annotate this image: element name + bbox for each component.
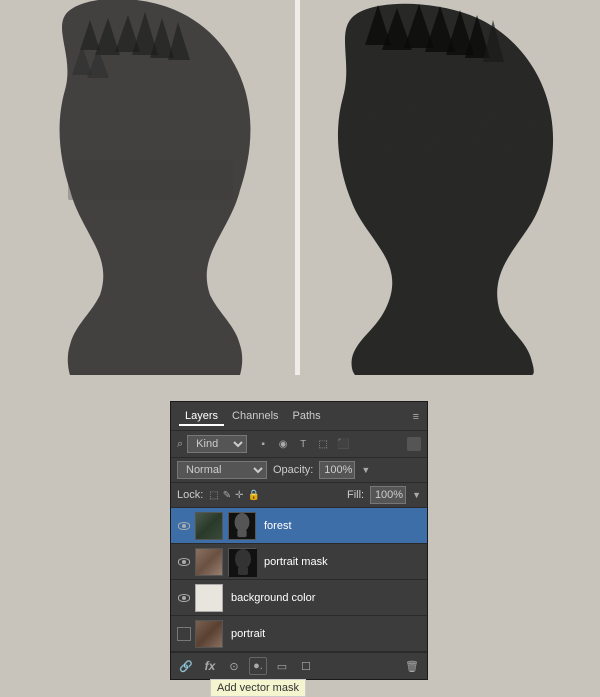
tab-paths[interactable]: Paths <box>287 408 327 426</box>
thumb-forest <box>195 512 223 540</box>
kind-select[interactable]: Kind <box>187 435 247 453</box>
opacity-input[interactable] <box>319 461 355 479</box>
folder-icon[interactable]: ▭ <box>273 657 291 675</box>
layer-row-forest[interactable]: forest <box>171 508 427 544</box>
tab-layers[interactable]: Layers <box>179 408 224 426</box>
pixel-filter-icon[interactable]: ▪ <box>255 436 271 452</box>
bottom-toolbar: 🔗 fx ⊙ ●. Add vector mask ▭ ☐ 🗑 <box>171 652 427 679</box>
silhouette-right-svg <box>300 0 600 375</box>
layer-name-background-color: background color <box>231 592 315 604</box>
lock-icons: ⬚ ✎ ✛ 🔒 <box>209 490 260 501</box>
thumb-portrait-mask-layer <box>195 548 223 576</box>
fill-label: Fill: <box>347 489 364 501</box>
add-layer-icon[interactable]: ☐ <box>297 657 315 675</box>
visibility-forest[interactable] <box>177 519 191 533</box>
mask-portrait-mask <box>228 548 256 576</box>
lock-paint-icon[interactable]: ✎ <box>223 490 231 501</box>
opacity-arrow[interactable]: ▼ <box>361 465 370 475</box>
visibility-portrait[interactable] <box>177 627 191 641</box>
search-icon: ⌕ <box>177 438 183 451</box>
layer-name-portrait: portrait <box>231 628 265 640</box>
fill-arrow[interactable]: ▼ <box>412 490 421 500</box>
canvas-area <box>0 0 600 375</box>
lock-transparent-icon[interactable]: ⬚ <box>209 490 218 501</box>
canvas-left <box>0 0 295 375</box>
blend-mode-select[interactable]: Normal <box>177 461 267 479</box>
filter-row: ⌕ Kind ▪ ◉ T ⬚ ⬛ <box>171 431 427 458</box>
silhouette-left-svg <box>0 0 295 375</box>
text-filter-icon[interactable]: T <box>295 436 311 452</box>
mask-forest <box>228 512 256 540</box>
lock-row: Lock: ⬚ ✎ ✛ 🔒 Fill: ▼ <box>171 483 427 508</box>
layers-panel: Layers Channels Paths ≡ ⌕ Kind ▪ ◉ T ⬚ ⬛… <box>170 401 428 680</box>
lock-move-icon[interactable]: ✛ <box>235 490 243 501</box>
lock-label: Lock: <box>177 489 203 501</box>
shape-filter-icon[interactable]: ⬚ <box>315 436 331 452</box>
visibility-background-color[interactable] <box>177 591 191 605</box>
lock-all-icon[interactable]: 🔒 <box>248 490 260 501</box>
add-vector-mask-tooltip: Add vector mask <box>210 679 306 697</box>
tab-channels[interactable]: Channels <box>226 408 284 426</box>
layer-row-portrait[interactable]: portrait <box>171 616 427 652</box>
thumb-portrait <box>195 620 223 648</box>
layer-row-background-color[interactable]: background color <box>171 580 427 616</box>
add-vector-mask-wrap: ●. Add vector mask <box>249 657 267 675</box>
layer-row-portrait-mask[interactable]: portrait mask <box>171 544 427 580</box>
smart-filter-icon[interactable]: ⬛ <box>335 436 351 452</box>
canvas-right <box>300 0 600 375</box>
thumb-background-color <box>195 584 223 612</box>
filter-icons: ▪ ◉ T ⬚ ⬛ <box>255 436 351 452</box>
panel-header: Layers Channels Paths ≡ <box>171 402 427 431</box>
filter-toggle[interactable] <box>407 437 421 451</box>
layer-name-portrait-mask: portrait mask <box>264 556 328 568</box>
fill-input[interactable] <box>370 486 406 504</box>
fx-icon[interactable]: fx <box>201 657 219 675</box>
circle-icon[interactable]: ⊙ <box>225 657 243 675</box>
visibility-portrait-mask[interactable] <box>177 555 191 569</box>
blend-row: Normal Opacity: ▼ <box>171 458 427 483</box>
canvas-divider <box>295 0 300 375</box>
link-icon[interactable]: 🔗 <box>177 657 195 675</box>
adjustment-filter-icon[interactable]: ◉ <box>275 436 291 452</box>
opacity-label: Opacity: <box>273 464 313 476</box>
add-vector-mask-button[interactable]: ●. <box>249 657 267 675</box>
panel-menu-icon[interactable]: ≡ <box>413 411 419 423</box>
panel-tabs: Layers Channels Paths <box>179 408 327 426</box>
delete-icon[interactable]: 🗑 <box>403 657 421 675</box>
layer-name-forest: forest <box>264 520 292 532</box>
